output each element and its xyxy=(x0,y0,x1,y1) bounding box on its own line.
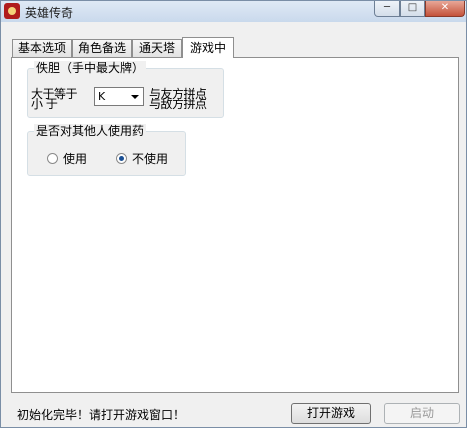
chevron-down-icon[interactable] xyxy=(131,95,139,99)
start-button[interactable]: 启动 xyxy=(384,403,460,424)
maximize-button[interactable]: □ xyxy=(400,1,425,17)
medicine-groupbox: 是否对其他人使用药 使用 不使用 xyxy=(27,124,186,176)
window-title: 英雄传奇 xyxy=(25,6,74,20)
compare-label-less: 小 于 xyxy=(31,97,58,111)
status-text: 初始化完毕！请打开游戏窗口！ xyxy=(17,408,186,422)
open-game-button[interactable]: 打开游戏 xyxy=(291,403,371,424)
title-bar[interactable]: 英雄传奇 ─ □ ✕ xyxy=(1,1,466,22)
timid-groupbox: 佚胆（手中最大牌） 大于等于 小 于 K 与友方拼点 与敌方拼点 xyxy=(27,61,224,118)
no-medicine-radio[interactable] xyxy=(116,153,127,164)
no-medicine-label[interactable]: 不使用 xyxy=(132,150,168,167)
close-button[interactable]: ✕ xyxy=(425,1,465,17)
use-medicine-label[interactable]: 使用 xyxy=(63,150,87,167)
use-medicine-radio[interactable] xyxy=(47,153,58,164)
tab-role-alternates[interactable]: 角色备选 xyxy=(72,39,132,57)
timid-group-title: 佚胆（手中最大牌） xyxy=(34,61,147,75)
tab-tongtian-tower[interactable]: 通天塔 xyxy=(132,39,182,57)
card-rank-select[interactable]: K xyxy=(94,87,144,106)
main-window: 英雄传奇 ─ □ ✕ 基本选项 角色备选 通天塔 游戏中 佚胆（手中最大牌） 大… xyxy=(0,0,467,428)
minimize-button[interactable]: ─ xyxy=(374,1,400,17)
medicine-group-title: 是否对其他人使用药 xyxy=(34,124,147,138)
tab-in-game[interactable]: 游戏中 xyxy=(182,37,234,58)
tab-basic-options[interactable]: 基本选项 xyxy=(12,39,72,57)
card-rank-value: K xyxy=(98,90,106,103)
tab-panel-in-game: 佚胆（手中最大牌） 大于等于 小 于 K 与友方拼点 与敌方拼点 是否对其他人使… xyxy=(11,57,459,393)
enemy-compare-label: 与敌方拼点 xyxy=(149,97,207,111)
app-logo-icon xyxy=(4,3,20,19)
